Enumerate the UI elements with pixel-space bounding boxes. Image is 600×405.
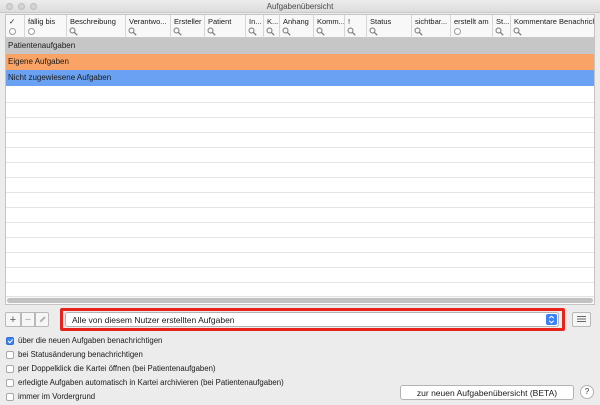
- empty-table-row: [6, 132, 594, 133]
- option-checkbox-row[interactable]: bei Statusänderung benachrichtigen: [6, 349, 143, 360]
- column-label: Verantwo...: [129, 17, 167, 26]
- empty-table-row: [6, 162, 594, 163]
- column-label: St...: [496, 17, 510, 26]
- new-task-overview-beta-button[interactable]: zur neuen Aufgabenübersicht (BETA): [400, 385, 574, 400]
- column-label: Kommentare Benachrichtigung: [514, 17, 594, 26]
- column-header[interactable]: In...: [246, 15, 264, 38]
- search-icon[interactable]: [282, 27, 291, 36]
- column-label: In...: [249, 17, 262, 26]
- search-icon[interactable]: [414, 27, 423, 36]
- plus-icon: +: [9, 313, 17, 326]
- empty-table-row: [6, 267, 594, 268]
- option-label: erledigte Aufgaben automatisch in Kartei…: [18, 378, 284, 387]
- checkbox-unchecked[interactable]: [6, 378, 14, 387]
- search-icon[interactable]: [248, 27, 257, 36]
- empty-table-row: [6, 117, 594, 118]
- column-header[interactable]: Komm...: [314, 15, 345, 38]
- option-checkbox-row[interactable]: erledigte Aufgaben automatisch in Kartei…: [6, 377, 284, 388]
- column-label: Beschreibung: [70, 17, 116, 26]
- column-label: Ersteller: [174, 17, 202, 26]
- filter-select-value: Alle von diesem Nutzer erstellten Aufgab…: [72, 315, 235, 325]
- column-label: Anhang: [283, 17, 309, 26]
- option-checkbox-row[interactable]: per Doppelklick die Kartei öffnen (bei P…: [6, 363, 216, 374]
- horizontal-scrollbar[interactable]: [6, 296, 594, 304]
- filter-toggle[interactable]: [28, 28, 35, 35]
- option-label: immer im Vordergrund: [18, 392, 96, 401]
- column-header[interactable]: sichtbar...: [412, 15, 451, 38]
- option-label: über die neuen Aufgaben benachrichtigen: [18, 336, 163, 345]
- column-header[interactable]: !: [345, 15, 367, 38]
- task-group-row[interactable]: Nicht zugewiesene Aufgaben: [6, 70, 594, 86]
- filter-toggle[interactable]: [454, 28, 461, 35]
- search-icon[interactable]: [495, 27, 504, 36]
- filter-toggle[interactable]: [9, 28, 16, 35]
- column-label: erstellt am: [454, 17, 489, 26]
- search-icon[interactable]: [128, 27, 137, 36]
- empty-table-row: [6, 237, 594, 238]
- option-checkbox-row[interactable]: immer im Vordergrund: [6, 391, 95, 402]
- option-label: per Doppelklick die Kartei öffnen (bei P…: [18, 364, 216, 373]
- column-header[interactable]: Verantwo...: [126, 15, 171, 38]
- checkbox-checked[interactable]: [6, 336, 14, 345]
- empty-table-row: [6, 147, 594, 148]
- option-label: bei Statusänderung benachrichtigen: [18, 350, 143, 359]
- column-header[interactable]: ✓: [6, 15, 25, 38]
- search-icon[interactable]: [316, 27, 325, 36]
- search-icon[interactable]: [347, 27, 356, 36]
- edit-task-button[interactable]: [35, 312, 49, 327]
- checkbox-unchecked[interactable]: [6, 392, 14, 401]
- column-label: Patient: [208, 17, 232, 26]
- list-view-button[interactable]: [572, 312, 591, 327]
- help-button[interactable]: ?: [580, 385, 594, 399]
- empty-table-row: [6, 252, 594, 253]
- option-checkbox-row[interactable]: über die neuen Aufgaben benachrichtigen: [6, 335, 162, 346]
- column-label: Komm...: [317, 17, 345, 26]
- remove-task-button[interactable]: −: [21, 312, 35, 327]
- empty-table-row: [6, 282, 594, 283]
- minus-icon: −: [24, 313, 32, 326]
- window-title: Aufgabenübersicht: [266, 2, 334, 11]
- pencil-icon: [39, 316, 46, 323]
- column-label: Status: [370, 17, 392, 26]
- column-header[interactable]: erstellt am: [451, 15, 493, 38]
- task-overview-window: Aufgabenübersicht ✓ fällig bis Beschreibun…: [0, 0, 600, 405]
- task-filter-select[interactable]: Alle von diesem Nutzer erstellten Aufgab…: [65, 312, 559, 327]
- column-label: ✓: [9, 17, 16, 26]
- column-label: !: [348, 17, 351, 26]
- empty-table-row: [6, 222, 594, 223]
- empty-table-row: [6, 192, 594, 193]
- task-table: ✓ fällig bis Beschreibung Verantwo... Erstel…: [5, 14, 595, 305]
- empty-table-row: [6, 102, 594, 103]
- search-icon[interactable]: [207, 27, 216, 36]
- empty-table-row: [6, 177, 594, 178]
- search-icon[interactable]: [266, 27, 275, 36]
- column-header[interactable]: Patient: [205, 15, 246, 38]
- column-header[interactable]: Ersteller: [171, 15, 205, 38]
- task-group-row[interactable]: Patientenaufgaben: [6, 38, 594, 54]
- title-bar: Aufgabenübersicht: [0, 0, 600, 13]
- column-label: sichtbar...: [415, 17, 448, 26]
- empty-table-row: [6, 207, 594, 208]
- task-group-row[interactable]: Eigene Aufgaben: [6, 54, 594, 70]
- search-icon[interactable]: [69, 27, 78, 36]
- search-icon[interactable]: [513, 27, 522, 36]
- search-icon[interactable]: [173, 27, 182, 36]
- checkbox-unchecked[interactable]: [6, 350, 14, 359]
- column-header[interactable]: Status: [367, 15, 412, 38]
- column-header[interactable]: Beschreibung: [67, 15, 126, 38]
- column-header[interactable]: St...: [493, 15, 511, 38]
- column-header[interactable]: K...: [264, 15, 280, 38]
- table-header: ✓ fällig bis Beschreibung Verantwo... Erstel…: [6, 15, 594, 38]
- column-header[interactable]: fällig bis: [25, 15, 67, 38]
- list-icon: [577, 316, 586, 322]
- scrollbar-thumb[interactable]: [7, 298, 593, 303]
- column-header[interactable]: Anhang: [280, 15, 314, 38]
- search-icon[interactable]: [369, 27, 378, 36]
- checkbox-unchecked[interactable]: [6, 364, 14, 373]
- column-label: K...: [267, 17, 279, 26]
- column-label: fällig bis: [28, 17, 56, 26]
- column-header[interactable]: Kommentare Benachrichtigung: [511, 15, 594, 38]
- select-stepper-icon: [546, 314, 557, 325]
- add-task-button[interactable]: +: [5, 312, 21, 327]
